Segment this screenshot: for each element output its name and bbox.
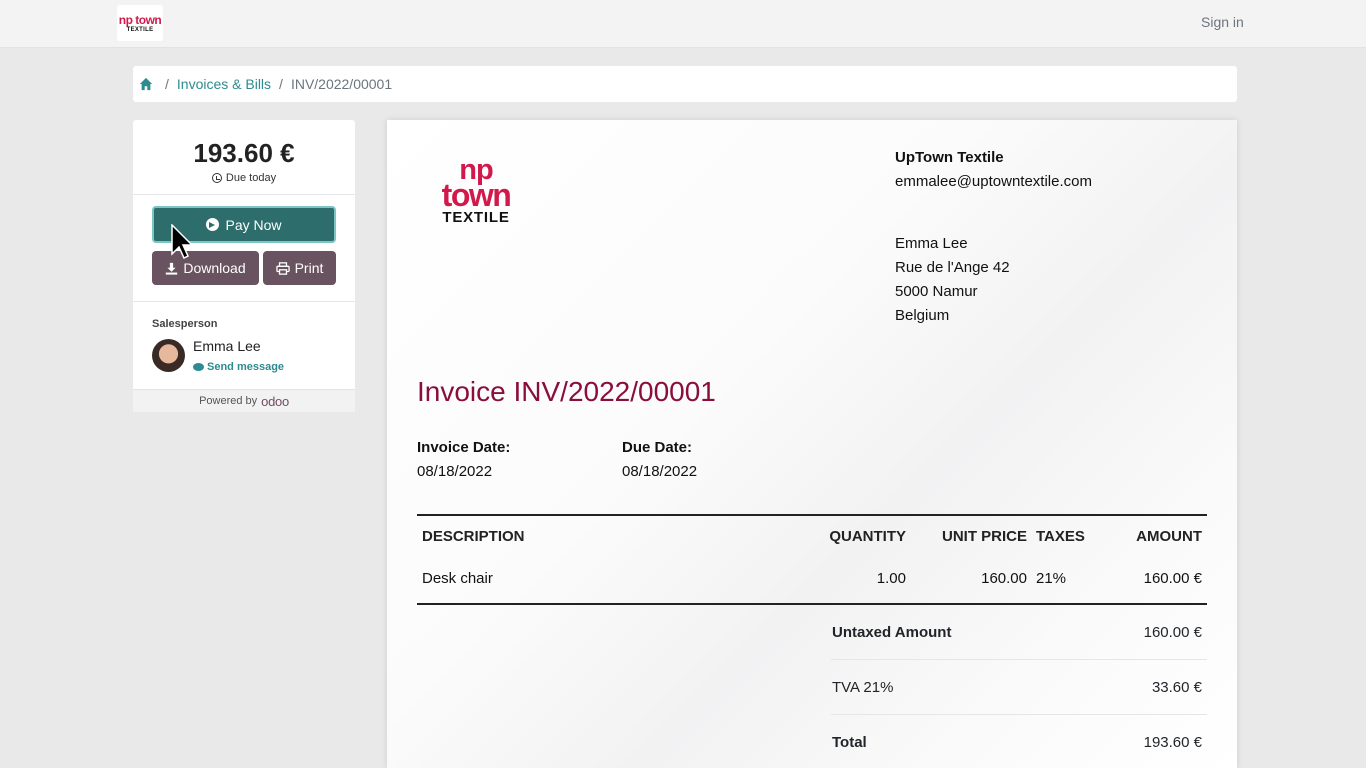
salesperson-label: Salesperson [152,318,218,330]
tax-label: TVA 21% [832,679,894,696]
total-row: Untaxed Amount 160.00 € [831,605,1207,660]
invoice-date-label: Invoice Date: [417,439,511,456]
amount-due: 193.60 € [193,138,295,168]
line-amount: 160.00 € [1143,570,1202,587]
breadcrumb-current: INV/2022/00001 [290,76,393,92]
download-icon [166,262,178,275]
col-description: DESCRIPTION [422,528,525,545]
download-button[interactable]: Download [152,251,259,285]
breadcrumb-separator: / [279,76,283,92]
send-message-link[interactable]: Send message [193,361,284,373]
chat-icon [193,363,204,371]
logo-line-2: town [441,177,512,213]
invoice-document: np town TEXTILE UpTown Textile emmalee@u… [387,120,1237,768]
customer-street: Rue de l'Ange 42 [895,259,1010,276]
untaxed-value: 160.00 € [1143,624,1202,641]
line-taxes: 21% [1036,570,1067,587]
powered-by-text: Powered by [199,395,258,407]
company-info: UpTown Textile emmalee@uptowntextile.com [895,146,1092,194]
line-description: Desk chair [422,570,493,587]
download-label: Download [183,260,246,276]
line-unit-price: 160.00 [981,570,1027,587]
salesperson-avatar [152,339,185,372]
table-row: Desk chair 1.00 160.00 21% 160.00 € [417,560,1207,604]
invoice-date-value: 08/18/2022 [417,463,493,480]
due-text: Due today [225,172,277,184]
totals-section: Untaxed Amount 160.00 € TVA 21% 33.60 € … [831,605,1207,768]
company-name: UpTown Textile [895,149,1004,166]
print-label: Print [294,260,324,276]
sign-in-link[interactable]: Sign in [1201,14,1244,30]
col-amount: AMOUNT [1136,528,1202,545]
arrow-circle-right-icon [206,218,220,231]
clock-icon [211,173,222,183]
company-logo[interactable]: np town TEXTILE [117,5,163,41]
due-date-block: Due Date: 08/18/2022 [622,436,697,484]
grand-total-value: 193.60 € [1143,734,1202,751]
customer-city: 5000 Namur [895,283,978,300]
tax-value: 33.60 € [1151,679,1202,696]
breadcrumb-invoices-link[interactable]: Invoices & Bills [177,76,271,92]
customer-country: Belgium [895,307,950,324]
invoice-lines-table: DESCRIPTION QUANTITY UNIT PRICE TAXES AM… [417,514,1207,604]
total-row: TVA 21% 33.60 € [831,660,1207,715]
due-date-label: Due Date: [622,439,693,456]
line-quantity: 1.00 [876,570,906,587]
invoice-date-block: Invoice Date: 08/18/2022 [417,436,510,484]
odoo-logo[interactable]: odoo [261,394,289,409]
mouse-pointer-icon [171,224,193,260]
untaxed-label: Untaxed Amount [832,624,952,641]
grand-total-label: Total [832,734,867,751]
payment-sidebar: 193.60 € Due today Pay Now Download Prin… [133,120,355,412]
col-taxes: TAXES [1036,528,1085,545]
invoice-company-logo: np town TEXTILE [430,156,522,226]
print-button[interactable]: Print [263,251,336,285]
send-message-label: Send message [207,361,285,373]
breadcrumb-separator: / [165,76,169,92]
table-header: DESCRIPTION QUANTITY UNIT PRICE TAXES AM… [417,516,1207,560]
logo-text-top: np town [118,12,162,27]
breadcrumb: / Invoices & Bills / INV/2022/00001 [133,66,1237,102]
salesperson-name: Emma Lee [193,338,261,354]
col-unit-price: UNIT PRICE [941,528,1027,545]
total-row: Total 193.60 € [831,715,1207,768]
home-icon[interactable] [139,77,153,91]
customer-address: Emma Lee Rue de l'Ange 42 5000 Namur Bel… [895,232,1010,328]
powered-by-footer: Powered by odoo [133,389,355,412]
amount-summary: 193.60 € Due today [133,120,355,195]
customer-name: Emma Lee [895,235,968,252]
company-email: emmalee@uptowntextile.com [895,173,1092,190]
logo-text-bottom: TEXTILE [126,26,154,33]
printer-icon [275,261,290,275]
logo-line-3: TEXTILE [442,209,510,226]
col-quantity: QUANTITY [829,528,906,545]
pay-now-label: Pay Now [225,216,282,233]
salesperson-section: Salesperson Emma Lee Send message [133,301,355,389]
top-navbar: np town TEXTILE Sign in [0,0,1366,48]
invoice-title: Invoice INV/2022/00001 [417,376,716,407]
due-date-value: 08/18/2022 [622,463,698,480]
due-status: Due today [133,172,355,184]
